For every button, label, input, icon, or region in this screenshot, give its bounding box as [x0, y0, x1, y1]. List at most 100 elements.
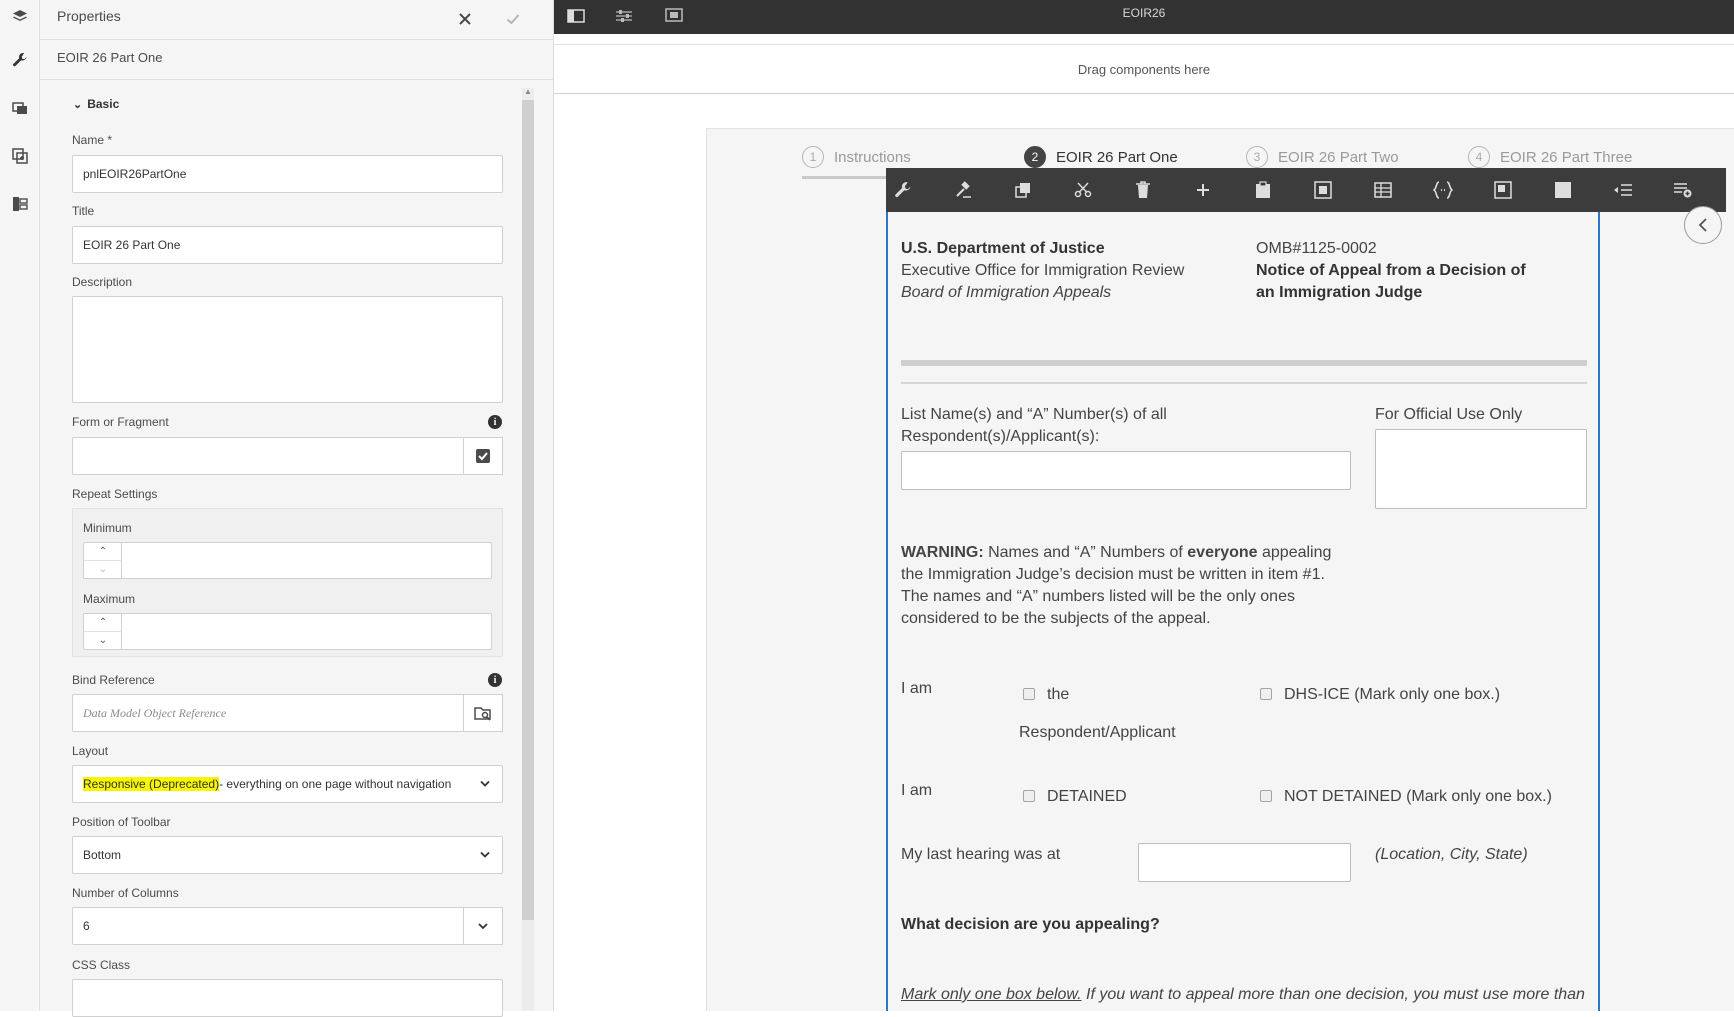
respondent-option-the: the [1047, 686, 1070, 703]
section-label: Basic [87, 97, 120, 111]
wrench-icon[interactable] [4, 44, 36, 76]
insert-button[interactable] [1188, 175, 1218, 205]
location-hint: (Location, City, State) [1375, 846, 1528, 863]
paste-button[interactable] [1248, 175, 1278, 205]
detained-option-label: DETAINED [1047, 788, 1127, 805]
columns-label: Number of Columns [72, 886, 179, 900]
braces-icon [1433, 181, 1453, 199]
components-icon[interactable] [4, 140, 36, 172]
wizard-tab-instructions[interactable]: 1 Instructions [802, 146, 911, 168]
cut-button[interactable] [1068, 175, 1098, 205]
divider-thin [901, 382, 1587, 384]
toolbar-position-label: Position of Toolbar [72, 815, 171, 829]
close-icon [459, 13, 471, 25]
bind-reference-field[interactable]: Data Model Object Reference [72, 694, 465, 732]
warning-line2: the Immigration Judge’s decision must be… [901, 566, 1325, 583]
css-class-field[interactable] [72, 979, 503, 1017]
minimum-label: Minimum [83, 521, 132, 535]
configure-button[interactable] [888, 175, 918, 205]
select-parent-button[interactable] [1308, 175, 1338, 205]
wizard-tab-label: EOIR 26 Part Three [1500, 148, 1633, 166]
not-detained-checkbox[interactable] [1260, 790, 1272, 802]
form-fragment-field[interactable] [72, 437, 465, 475]
css-class-label: CSS Class [72, 958, 131, 972]
step-number: 1 [802, 146, 824, 168]
gavel-icon [956, 181, 971, 198]
increment-button[interactable]: ⌃ [84, 543, 122, 561]
official-use-label: For Official Use Only [1375, 406, 1523, 423]
assets-icon[interactable] [4, 92, 36, 124]
chevron-left-icon [1698, 218, 1707, 232]
checkbox-icon [476, 449, 490, 463]
browse-button[interactable] [463, 694, 503, 732]
select-parent-icon [1314, 181, 1332, 199]
official-use-textarea[interactable] [1375, 429, 1587, 509]
section-basic[interactable]: ⌄ Basic [73, 97, 119, 111]
wizard-tab-part-two[interactable]: 3 EOIR 26 Part Two [1246, 146, 1399, 168]
name-field[interactable]: pnlEOIR26PartOne [72, 155, 503, 193]
dhs-ice-checkbox[interactable] [1260, 688, 1272, 700]
wizard-tab-label: EOIR 26 Part Two [1278, 148, 1399, 166]
warning-line1: WARNING: Names and “A” Numbers of everyo… [901, 544, 1331, 562]
component-name: EOIR 26 Part One [57, 50, 163, 65]
drop-zone[interactable]: Drag components here [554, 44, 1734, 94]
edit-rules-button[interactable] [948, 175, 978, 205]
move-button[interactable] [1608, 175, 1638, 205]
fragment-icon [1494, 181, 1512, 199]
maximum-stepper[interactable]: ⌃ ⌄ [83, 613, 492, 650]
folder-search-icon [474, 707, 491, 721]
columns-field[interactable]: 6 [72, 907, 465, 945]
table-icon [1374, 182, 1392, 198]
layout-select[interactable]: Responsive (Deprecated) - everything on … [72, 765, 503, 803]
data-sources-icon[interactable] [4, 188, 36, 220]
info-icon[interactable]: i [488, 673, 502, 687]
repeat-settings-label: Repeat Settings [72, 487, 158, 501]
done-button[interactable] [498, 4, 528, 34]
title-label: Title [72, 204, 95, 218]
collapse-button[interactable] [1684, 206, 1722, 244]
wizard-tab-part-one[interactable]: 2 EOIR 26 Part One [1024, 146, 1178, 168]
properties-panel: Properties EOIR 26 Part One ⌄ Basic Name … [40, 0, 554, 1017]
list-names-label-line2: Respondent(s)/Applicant(s): [901, 428, 1100, 445]
wizard-tab-part-three[interactable]: 4 EOIR 26 Part Three [1468, 146, 1632, 168]
layers-icon[interactable] [4, 0, 36, 32]
save-as-fragment-button[interactable] [1488, 175, 1518, 205]
respondent-names-field[interactable] [901, 451, 1351, 490]
toolbar-position-select[interactable]: Bottom [72, 836, 503, 874]
panel-scrollbar-thumb[interactable] [522, 100, 534, 920]
step-number: 4 [1468, 146, 1490, 168]
notice-title-line1: Notice of Appeal from a Decision of [1256, 262, 1526, 279]
wizard-tab-label: Instructions [834, 148, 911, 166]
warning-line4: considered to be the subjects of the app… [901, 610, 1211, 627]
respondent-checkbox[interactable] [1023, 688, 1035, 700]
layout-button[interactable] [1368, 175, 1398, 205]
i-am-label-2: I am [901, 782, 933, 799]
mark-only-instruction: Mark only one box below. If you want to … [901, 986, 1585, 1004]
info-icon[interactable]: i [488, 415, 502, 429]
style-button[interactable] [1548, 175, 1578, 205]
columns-dropdown-button[interactable] [463, 907, 503, 945]
title-field[interactable]: EOIR 26 Part One [72, 226, 503, 264]
omb-number: OMB#1125-0002 [1256, 240, 1377, 257]
last-hearing-field[interactable] [1138, 843, 1351, 882]
decrement-button[interactable]: ⌄ [84, 632, 122, 650]
decrement-button[interactable]: ⌄ [84, 561, 122, 579]
warning-line3: The names and “A” numbers listed will be… [901, 588, 1295, 605]
minimum-stepper[interactable]: ⌃ ⌄ [83, 542, 492, 579]
chevron-down-icon [480, 780, 490, 787]
scroll-up-arrow[interactable]: ▲ [522, 84, 534, 98]
detained-checkbox[interactable] [1023, 790, 1035, 802]
delete-button[interactable] [1128, 175, 1158, 205]
add-panel-button[interactable] [1668, 175, 1698, 205]
divider-thick [901, 360, 1587, 366]
select-fragment-button[interactable] [463, 437, 503, 475]
copy-button[interactable] [1008, 175, 1038, 205]
increment-button[interactable]: ⌃ [84, 614, 122, 632]
chevron-down-icon [478, 922, 488, 929]
description-field[interactable] [72, 296, 503, 403]
drop-zone-text: Drag components here [1077, 62, 1211, 77]
close-button[interactable] [450, 4, 480, 34]
editor-toolbar: EOIR26 [554, 0, 1734, 34]
data-binding-button[interactable] [1428, 175, 1458, 205]
not-detained-option-label: NOT DETAINED (Mark only one box.) [1284, 788, 1552, 805]
